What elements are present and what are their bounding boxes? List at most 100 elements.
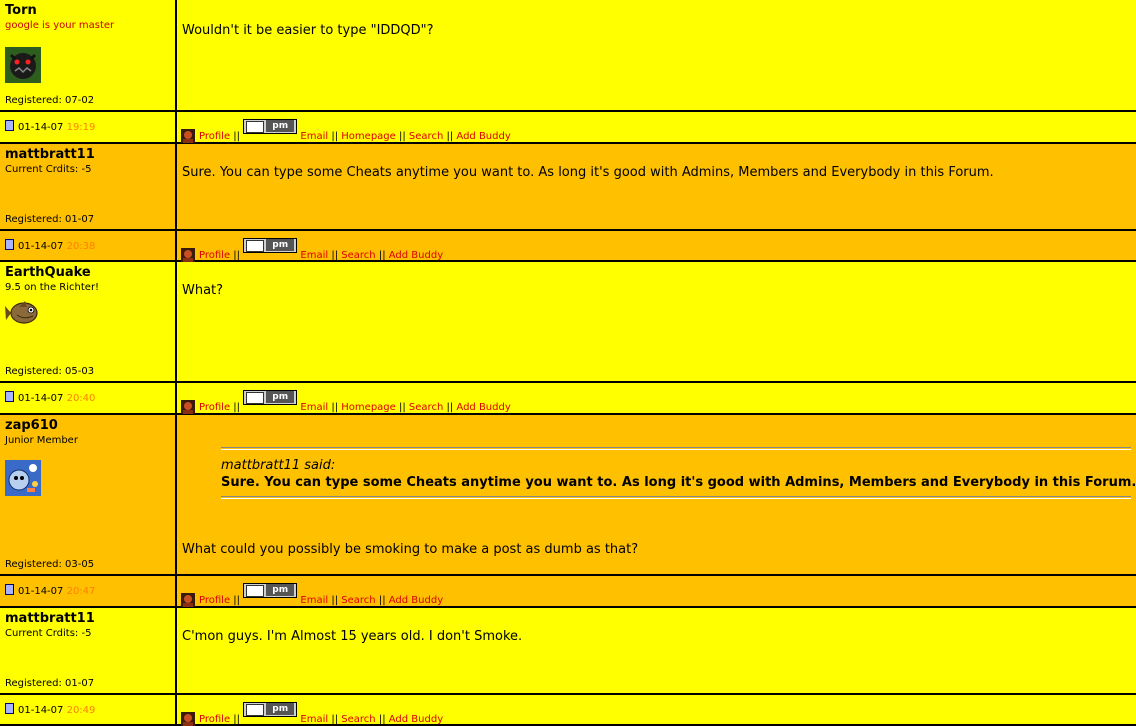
pm-button[interactable]: pm	[243, 238, 298, 253]
post-footer-row: 01-14-07 20:38 Profile || pm Email || Se…	[0, 231, 1136, 262]
search-link[interactable]: Search	[409, 402, 443, 413]
profile-icon	[181, 593, 195, 607]
post-body-row: EarthQuake 9.5 on the Richter! Registere…	[0, 262, 1136, 381]
profile-link[interactable]: Profile	[199, 402, 230, 413]
post-message: What?	[182, 283, 224, 298]
user-title: Current Crdits: -5	[5, 164, 92, 175]
post-date: 01-14-07 20:40	[5, 391, 95, 404]
username-link[interactable]: Torn	[5, 3, 37, 18]
post-content: Wouldn't it be easier to type "IDDQD"?	[177, 0, 1136, 110]
pm-icon	[246, 704, 265, 716]
post-time: 19:19	[66, 122, 96, 133]
profile-link[interactable]: Profile	[199, 714, 230, 725]
registered-date: Registered: 01-07	[5, 214, 95, 225]
add-buddy-link[interactable]: Add Buddy	[389, 250, 443, 261]
add-buddy-link[interactable]: Add Buddy	[456, 131, 510, 142]
homepage-link[interactable]: Homepage	[341, 131, 396, 142]
username-link[interactable]: mattbratt11	[5, 611, 95, 626]
post-icon	[5, 120, 14, 131]
post-content: mattbratt11 said: Sure. You can type som…	[177, 415, 1136, 574]
email-link[interactable]: Email	[300, 595, 328, 606]
registered-date: Registered: 03-05	[5, 559, 95, 570]
pm-button[interactable]: pm	[243, 702, 298, 717]
quote-divider	[221, 447, 1131, 450]
post-footer-row: 01-14-07 20:40 Profile || pm Email || Ho…	[0, 383, 1136, 414]
search-link[interactable]: Search	[341, 250, 375, 261]
email-link[interactable]: Email	[300, 250, 328, 261]
post-time: 20:40	[66, 393, 96, 404]
user-title: 9.5 on the Richter!	[5, 282, 100, 293]
post-icon	[5, 239, 14, 250]
add-buddy-link[interactable]: Add Buddy	[456, 402, 510, 413]
post-body-row: zap610 Junior Member Registered: 03-05 m…	[0, 415, 1136, 574]
post-footer-row: 01-14-07 20:47 Profile || pm Email || Se…	[0, 576, 1136, 607]
profile-icon	[181, 400, 195, 414]
profile-icon	[181, 129, 195, 143]
email-link[interactable]: Email	[300, 402, 328, 413]
post-icon	[5, 703, 14, 714]
post-content: Sure. You can type some Cheats anytime y…	[177, 144, 1136, 229]
username-link[interactable]: mattbratt11	[5, 147, 95, 162]
post-date: 01-14-07 20:47	[5, 584, 95, 597]
post-action-links: Profile || pm Email || Homepage || Searc…	[181, 390, 511, 414]
registered-date: Registered: 01-07	[5, 678, 95, 689]
post-time: 20:49	[66, 705, 96, 716]
pm-icon	[246, 240, 265, 252]
post-action-links: Profile || pm Email || Search || Add Bud…	[181, 238, 443, 262]
search-link[interactable]: Search	[341, 714, 375, 725]
user-title: Current Crdits: -5	[5, 628, 92, 639]
pm-button[interactable]: pm	[243, 390, 298, 405]
post-action-links: Profile || pm Email || Search || Add Bud…	[181, 583, 443, 607]
post-date: 01-14-07 20:38	[5, 239, 95, 252]
post-icon	[5, 584, 14, 595]
pm-icon	[246, 585, 265, 597]
quote-divider	[221, 496, 1131, 499]
registered-date: Registered: 07-02	[5, 95, 95, 106]
user-info-panel: EarthQuake 9.5 on the Richter! Registere…	[0, 262, 175, 381]
pm-icon	[246, 121, 265, 133]
blue-character-avatar-icon	[5, 460, 41, 496]
post-body-row: mattbratt11 Current Crdits: -5 Registere…	[0, 608, 1136, 693]
search-link[interactable]: Search	[341, 595, 375, 606]
add-buddy-link[interactable]: Add Buddy	[389, 714, 443, 725]
post-action-links: Profile || pm Email || Homepage || Searc…	[181, 119, 511, 143]
profile-link[interactable]: Profile	[199, 595, 230, 606]
registered-date: Registered: 05-03	[5, 366, 95, 377]
search-link[interactable]: Search	[409, 131, 443, 142]
email-link[interactable]: Email	[300, 131, 328, 142]
quote-text: Sure. You can type some Cheats anytime y…	[221, 475, 1136, 490]
user-title: Junior Member	[5, 435, 78, 446]
post-body-row: Torn google is your master Registered: 0…	[0, 0, 1136, 110]
username-link[interactable]: EarthQuake	[5, 265, 91, 280]
post-time: 20:38	[66, 241, 96, 252]
post-date: 01-14-07 20:49	[5, 703, 95, 716]
user-info-panel: Torn google is your master Registered: 0…	[0, 0, 175, 110]
post-icon	[5, 391, 14, 402]
post-footer-row: 01-14-07 20:49 Profile || pm Email || Se…	[0, 695, 1136, 726]
user-info-panel: zap610 Junior Member Registered: 03-05	[0, 415, 175, 574]
fish-avatar-icon	[5, 295, 41, 331]
user-title: google is your master	[5, 20, 115, 31]
username-link[interactable]: zap610	[5, 418, 58, 433]
post-message: C'mon guys. I'm Almost 15 years old. I d…	[182, 629, 523, 644]
post-body-row: mattbratt11 Current Crdits: -5 Registere…	[0, 144, 1136, 229]
add-buddy-link[interactable]: Add Buddy	[389, 595, 443, 606]
profile-link[interactable]: Profile	[199, 250, 230, 261]
post-message: Sure. You can type some Cheats anytime y…	[182, 165, 994, 180]
homepage-link[interactable]: Homepage	[341, 402, 396, 413]
post-content: What?	[177, 262, 1136, 381]
profile-icon	[181, 248, 195, 262]
pm-button[interactable]: pm	[243, 583, 298, 598]
post-footer-row: 01-14-07 19:19 Profile || pm Email || Ho…	[0, 112, 1136, 143]
post-date: 01-14-07 19:19	[5, 120, 95, 133]
forum-thread: Torn google is your master Registered: 0…	[0, 0, 1136, 726]
email-link[interactable]: Email	[300, 714, 328, 725]
profile-link[interactable]: Profile	[199, 131, 230, 142]
pm-button[interactable]: pm	[243, 119, 298, 134]
post-message: What could you possibly be smoking to ma…	[182, 542, 639, 557]
post-message: Wouldn't it be easier to type "IDDQD"?	[182, 23, 434, 38]
quote-author: mattbratt11 said:	[221, 458, 336, 473]
user-info-panel: mattbratt11 Current Crdits: -5 Registere…	[0, 608, 175, 693]
pm-icon	[246, 392, 265, 404]
post-content: C'mon guys. I'm Almost 15 years old. I d…	[177, 608, 1136, 693]
